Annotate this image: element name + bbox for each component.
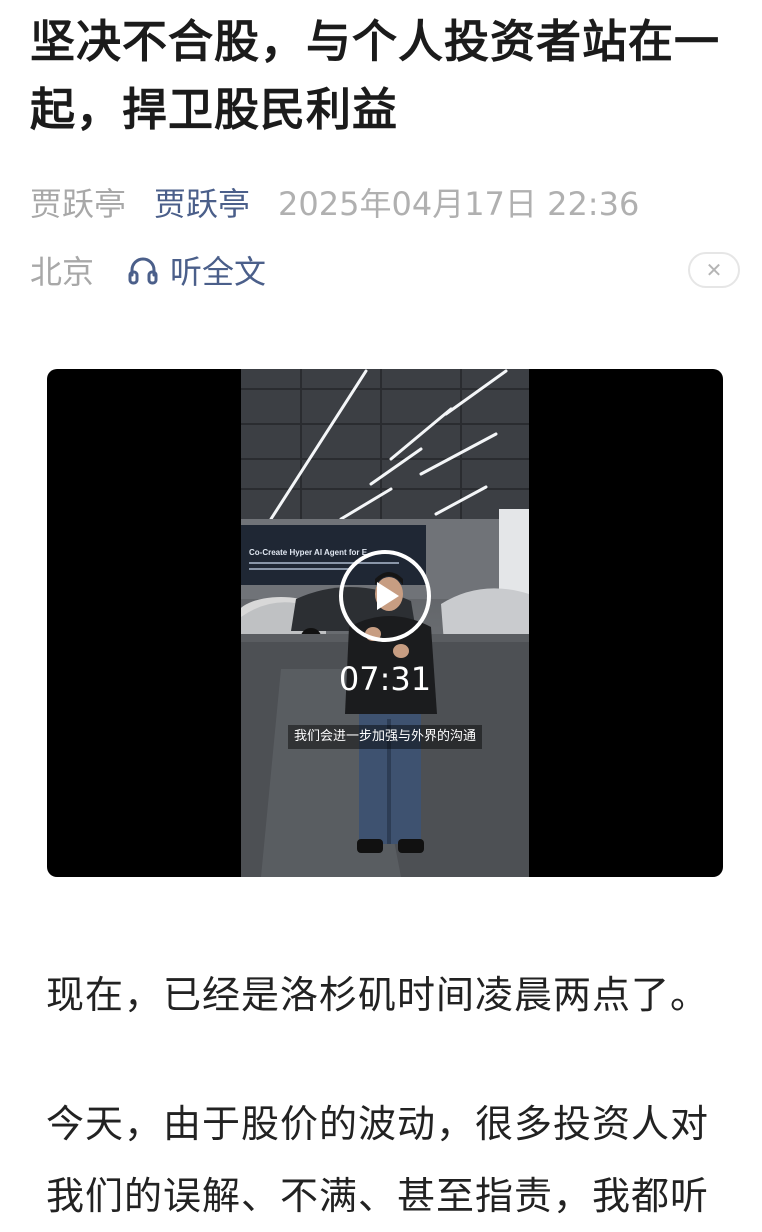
article-meta-secondary: 北京 听全文 [30, 248, 266, 292]
video-duration: 07:31 [338, 660, 432, 698]
play-icon [377, 582, 399, 610]
account-name[interactable]: 贾跃亭 [30, 179, 126, 225]
video-subtitle-text: 我们会进一步加强与外界的沟通 [287, 725, 482, 749]
close-icon: ✕ [705, 258, 723, 282]
close-button[interactable]: ✕ [688, 252, 740, 288]
video-subtitle: 我们会进一步加强与外界的沟通 [47, 725, 723, 749]
headphones-icon [128, 257, 158, 285]
video-player[interactable]: Co-Create Hyper AI Agent for E 07:31 我们会… [47, 369, 723, 877]
article-paragraph: 现在，已经是洛杉矶时间凌晨两点了。 [46, 973, 710, 1017]
play-button[interactable] [339, 550, 431, 642]
poster-text: Co-Create Hyper AI Agent for E [249, 548, 368, 557]
listen-full-text-button[interactable]: 听全文 [126, 247, 266, 293]
article-title: 坚决不合股，与个人投资者站在一起，捍卫股民利益 [30, 15, 721, 136]
publish-datetime: 2025年04月17日 22:36 [278, 185, 640, 223]
listen-label: 听全文 [170, 253, 267, 291]
publish-location: 北京 [30, 253, 95, 291]
article-paragraph: 今天，由于股价的波动，很多投资人对我们的误解、不满、甚至指责，我都听 [46, 1102, 710, 1218]
article-meta: 贾跃亭 贾跃亭 2025年04月17日 22:36 [30, 180, 639, 224]
author-link[interactable]: 贾跃亭 [154, 179, 250, 225]
